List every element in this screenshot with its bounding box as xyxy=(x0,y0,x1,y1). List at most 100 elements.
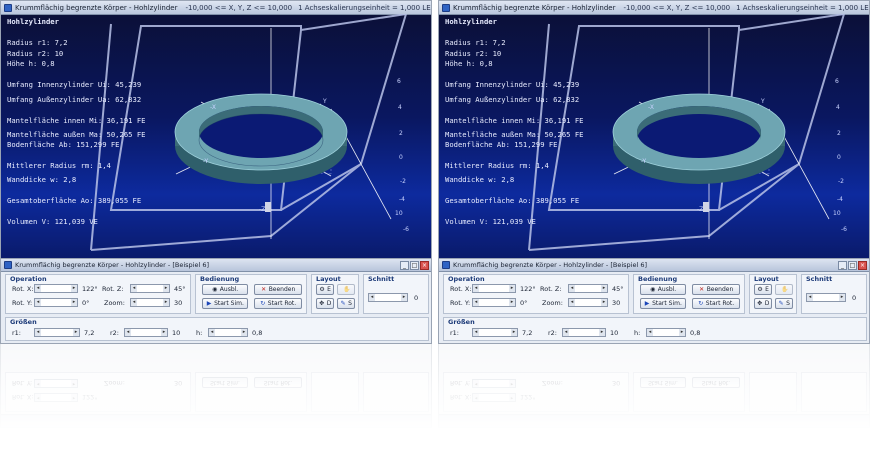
schnitt-value: 0 xyxy=(852,294,857,302)
rot-y-value: 0° xyxy=(520,299,528,307)
schnitt-slider[interactable]: ◂ ▸ xyxy=(806,293,846,302)
rot-x-label: Rot. X: xyxy=(12,285,34,293)
axis-tick: 10 xyxy=(833,210,841,217)
zoom-label: Zoom: xyxy=(542,299,563,307)
h-slider[interactable]: ◂ ▸ xyxy=(646,328,686,337)
info-panel: Hohlzylinder Radius r1: 7,2 Radius r2: 1… xyxy=(7,17,145,227)
rot-y-slider[interactable]: ◂ ▸ xyxy=(472,298,516,307)
rot-z-label: Rot. Z: xyxy=(540,285,562,293)
minimize-button[interactable]: _ xyxy=(400,260,409,270)
zoom-slider[interactable]: ◂ ▸ xyxy=(130,298,170,307)
r2-slider[interactable]: ◂ ▸ xyxy=(124,328,168,337)
start-rot-button[interactable]: ↻ Start Rot. xyxy=(692,298,740,309)
beenden-button[interactable]: ✕ Beenden xyxy=(692,284,740,295)
start-sim-button[interactable]: ▶ Start Sim. xyxy=(202,298,248,309)
layout-d-button[interactable]: ✥ D xyxy=(316,298,334,309)
app-window-left: Krummflächig begrenzte Körper - Hohlzyli… xyxy=(0,0,432,450)
start-rot-button[interactable]: ↻ Start Rot. xyxy=(254,298,302,309)
groessen-label: Größen xyxy=(10,318,37,326)
axis-tick: 4 xyxy=(398,104,402,111)
play-icon: ▶ xyxy=(644,299,650,307)
minimize-button[interactable]: _ xyxy=(838,260,847,270)
rot-z-slider[interactable]: ◂ ▸ xyxy=(130,284,170,293)
axis-label-y-pos: Y xyxy=(323,98,327,105)
info-mantel-aussen: Mantelfläche außen Ma: 50,265 FE xyxy=(445,129,584,139)
r2-label: r2: xyxy=(110,329,119,337)
r2-slider[interactable]: ◂ ▸ xyxy=(562,328,606,337)
layout-label: Layout xyxy=(316,275,341,283)
panel-window-controls: _ □ × xyxy=(400,260,431,270)
zoom-value: 30 xyxy=(174,299,183,307)
layout-e-label: E xyxy=(327,286,331,293)
axis-tick: 10 xyxy=(395,210,403,217)
rot-x-slider[interactable]: ◂ ▸ xyxy=(472,284,516,293)
axis-label-y-neg: -Y xyxy=(203,158,209,165)
beenden-label: Beenden xyxy=(706,286,734,293)
schnitt-group: Schnitt ◂ ▸ 0 xyxy=(363,274,429,314)
rotate-icon: ↻ xyxy=(698,299,704,307)
info-radius2: Radius r2: 10 xyxy=(445,48,502,58)
close-button[interactable]: × xyxy=(858,260,867,270)
rot-z-slider[interactable]: ◂ ▸ xyxy=(568,284,608,293)
maximize-button[interactable]: □ xyxy=(848,260,857,270)
r1-slider[interactable]: ◂ ▸ xyxy=(472,328,518,337)
rotate-icon: ↻ xyxy=(260,299,266,307)
info-heading: Hohlzylinder xyxy=(7,17,59,26)
axis-label-z-neg: -Z xyxy=(697,206,704,213)
eye-icon: ◉ xyxy=(212,285,218,293)
axis-tick: 4 xyxy=(836,104,840,111)
layout-d-button[interactable]: ✥ D xyxy=(754,298,772,309)
maximize-button[interactable]: □ xyxy=(410,260,419,270)
axis-unit-label: 1 Achseskalierungseinheit = 1,000 LE xyxy=(736,3,869,12)
control-panel: Krummflächig begrenzte Körper - Hohlzyli… xyxy=(0,258,432,344)
panel-title: Krummflächig begrenzte Körper - Hohlzyli… xyxy=(453,261,647,269)
axis-tick: -4 xyxy=(837,196,843,203)
groessen-group: Größen r1: ◂ ▸ 7,2 r2: ◂ ▸ 10 h: ◂ ▸ 0,8 xyxy=(443,317,867,341)
axis-tick: -2 xyxy=(400,178,406,185)
rot-y-label: Rot. Y: xyxy=(450,299,471,307)
start-sim-button[interactable]: ▶ Start Sim. xyxy=(640,298,686,309)
layout-group: Layout ⚙ E ✋ ✥ D ✎ S xyxy=(749,274,797,314)
rot-y-slider[interactable]: ◂ ▸ xyxy=(34,298,78,307)
close-button[interactable]: × xyxy=(420,260,429,270)
r1-value: 7,2 xyxy=(84,329,95,337)
info-mantel-innen: Mantelfläche innen Mi: 36,191 FE xyxy=(7,115,146,125)
zoom-slider[interactable]: ◂ ▸ xyxy=(568,298,608,307)
play-icon: ▶ xyxy=(206,299,212,307)
layout-e-button[interactable]: ⚙ E xyxy=(316,284,334,295)
h-slider[interactable]: ◂ ▸ xyxy=(208,328,248,337)
layout-s-button[interactable]: ✎ S xyxy=(775,298,793,309)
layout-s-button[interactable]: ✎ S xyxy=(337,298,355,309)
beenden-button[interactable]: ✕ Beenden xyxy=(254,284,302,295)
h-value: 0,8 xyxy=(252,329,263,337)
info-gesamtoberflaeche: Gesamtoberfläche Ao: 389,055 FE xyxy=(445,195,580,205)
layout-e-label: E xyxy=(765,286,769,293)
ausblenden-button[interactable]: ◉ Ausbl. xyxy=(202,284,248,295)
close-x-icon: ✕ xyxy=(261,285,267,293)
rot-x-slider[interactable]: ◂ ▸ xyxy=(34,284,78,293)
r1-slider[interactable]: ◂ ▸ xyxy=(34,328,80,337)
zoom-label: Zoom: xyxy=(104,299,125,307)
info-mantel-aussen: Mantelfläche außen Ma: 50,265 FE xyxy=(7,129,146,139)
rot-y-value: 0° xyxy=(82,299,90,307)
info-umfang-innen: Umfang Innenzylinder Ui: 45,239 xyxy=(445,80,580,90)
window-titlebar: Krummflächig begrenzte Körper - Hohlzyli… xyxy=(439,1,869,15)
axis-tick: 0 xyxy=(399,154,403,161)
start-sim-label: Start Sim. xyxy=(214,300,244,307)
control-panel: Krummflächig begrenzte Körper - Hohlzyli… xyxy=(438,258,870,344)
schnitt-slider[interactable]: ◂ ▸ xyxy=(368,293,408,302)
window-title: Krummflächig begrenzte Körper - Hohlzyli… xyxy=(15,3,178,12)
r2-value: 10 xyxy=(610,329,619,337)
layout-label: Layout xyxy=(754,275,779,283)
axis-tick: -2 xyxy=(838,178,844,185)
layout-e-button[interactable]: ⚙ E xyxy=(754,284,772,295)
layout-hand-button[interactable]: ✋ xyxy=(337,284,355,295)
app-icon xyxy=(442,261,450,269)
bedienung-group: Bedienung ◉ Ausbl. ✕ Beenden ▶ Start Sim… xyxy=(633,274,745,314)
axis-tick: -6 xyxy=(403,226,409,233)
info-panel: Hohlzylinder Radius r1: 7,2 Radius r2: 1… xyxy=(445,17,583,227)
axis-tick: 2 xyxy=(837,130,841,137)
layout-hand-button[interactable]: ✋ xyxy=(775,284,793,295)
ausblenden-button[interactable]: ◉ Ausbl. xyxy=(640,284,686,295)
viewer-window: Krummflächig begrenzte Körper - Hohlzyli… xyxy=(438,0,870,260)
